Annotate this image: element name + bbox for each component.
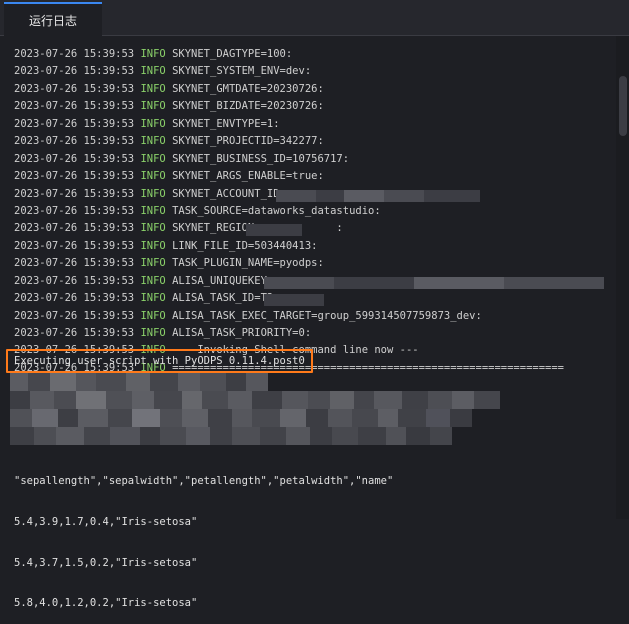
redacted-block bbox=[276, 189, 316, 202]
redacted-block bbox=[424, 189, 480, 202]
log-line: 2023-07-26 15:39:53 INFO ALISA_TASK_PRIO… bbox=[14, 327, 312, 339]
log-line: 2023-07-26 15:39:53 INFO SKYNET_BUSINESS… bbox=[14, 152, 350, 165]
redacted-block bbox=[316, 189, 344, 202]
tab-run-log-label: 运行日志 bbox=[28, 13, 77, 28]
csv-output: "sepallength","sepalwidth","petallength"… bbox=[14, 449, 393, 624]
log-line: 2023-07-26 15:39:53 INFO SKYNET_DAGTYPE=… bbox=[14, 48, 293, 60]
redacted-block bbox=[246, 224, 302, 237]
log-line: 2023-07-26 15:39:53 INFO ALISA_UNIQUEKEY… bbox=[14, 273, 616, 290]
redacted-row bbox=[10, 391, 500, 409]
redacted-block bbox=[414, 276, 504, 289]
log-line: 2023-07-26 15:39:53 INFO SKYNET_ACCOUNT_… bbox=[14, 186, 616, 203]
csv-row: 5.4,3.7,1.5,0.2,"Iris-setosa" bbox=[14, 556, 198, 569]
redacted-output bbox=[10, 373, 610, 447]
vertical-scrollbar[interactable] bbox=[616, 36, 629, 519]
log-line: 2023-07-26 15:39:53 INFO SKYNET_ARGS_ENA… bbox=[14, 170, 324, 183]
log-line: 2023-07-26 15:39:53 INFO SKYNET_REGION= … bbox=[14, 222, 343, 237]
log-line: 2023-07-26 15:39:53 INFO SKYNET_ENVTYPE=… bbox=[14, 117, 280, 130]
csv-header-line: "sepallength","sepalwidth","petallength"… bbox=[14, 475, 394, 487]
log-line: 2023-07-26 15:39:53 INFO ALISA_TASK_EXEC… bbox=[14, 309, 482, 322]
redacted-row bbox=[10, 409, 472, 427]
log-line: 2023-07-26 15:39:53 INFO SKYNET_SYSTEM_E… bbox=[14, 65, 312, 78]
log-line: 2023-07-26 15:39:53 INFO LINK_FILE_ID=50… bbox=[14, 239, 318, 252]
csv-row: 5.8,4.0,1.2,0.2,"Iris-setosa" bbox=[14, 597, 198, 610]
log-line: 2023-07-26 15:39:53 INFO TASK_PLUGIN_NAM… bbox=[14, 257, 324, 270]
log-line: 2023-07-26 15:39:53 INFO SKYNET_BIZDATE=… bbox=[14, 100, 324, 113]
csv-row: 5.4,3.9,1.7,0.4,"Iris-setosa" bbox=[14, 515, 198, 528]
redacted-block bbox=[504, 276, 604, 289]
log-line: 2023-07-26 15:39:53 INFO TASK_SOURCE=dat… bbox=[14, 204, 381, 217]
log-line: 2023-07-26 15:39:53 INFO SKYNET_GMTDATE=… bbox=[14, 82, 324, 95]
scrollbar-thumb[interactable] bbox=[619, 76, 627, 136]
redacted-block bbox=[264, 294, 324, 307]
redacted-block bbox=[344, 189, 384, 202]
redacted-row bbox=[10, 427, 452, 445]
tab-bar: 运行日志 bbox=[0, 0, 629, 36]
redacted-block bbox=[334, 276, 414, 289]
log-line: 2023-07-26 15:39:53 INFO SKYNET_PROJECTI… bbox=[14, 135, 324, 148]
redacted-row bbox=[10, 373, 268, 391]
tab-run-log[interactable]: 运行日志 bbox=[4, 2, 102, 36]
exec-line: Executing user script with PyODPS 0.11.4… bbox=[14, 355, 305, 367]
redacted-block bbox=[384, 189, 424, 202]
redacted-block bbox=[264, 276, 334, 289]
log-line: 2023-07-26 15:39:53 INFO ALISA_TASK_ID=T… bbox=[14, 290, 616, 307]
